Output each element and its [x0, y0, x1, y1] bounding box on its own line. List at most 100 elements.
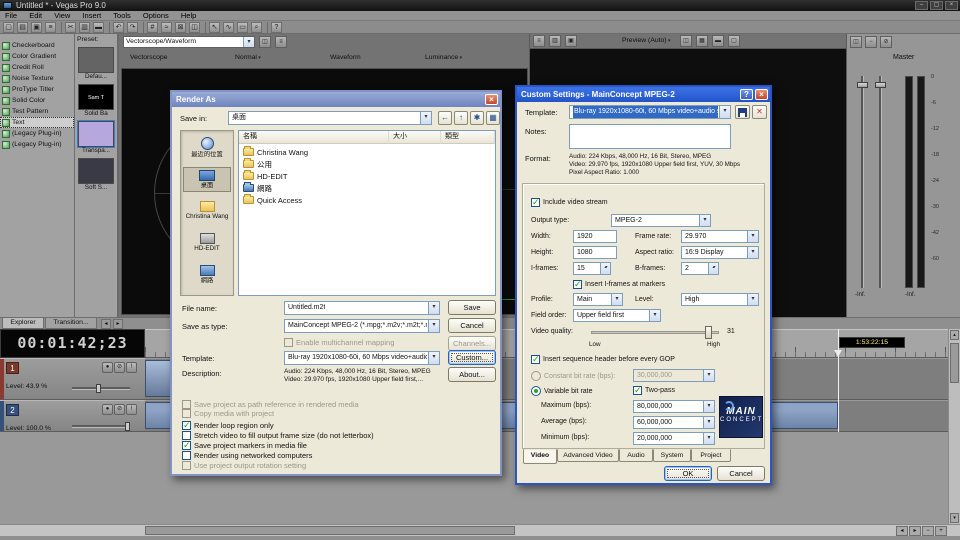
save-as-type-dropdown[interactable]: MainConcept MPEG-2 (*.mpg;*.m2v;*.m2t;*.… [284, 319, 440, 333]
master-dim-button[interactable]: − [865, 36, 877, 48]
checkbox-copy-media[interactable]: Copy media with project [182, 409, 274, 418]
place-recent[interactable]: 最近的位置 [183, 135, 231, 160]
split-screen-view-button[interactable]: ◫ [680, 35, 692, 47]
menu-tools[interactable]: Tools [108, 11, 136, 20]
menu-view[interactable]: View [49, 11, 75, 20]
tab-audio[interactable]: Audio [619, 449, 653, 462]
plugin-item[interactable]: Color Gradient [0, 51, 74, 62]
width-input[interactable]: 1920 [573, 230, 617, 243]
track-header-2[interactable]: 2 ● ⊘ ! Level: 100.0 % [0, 400, 145, 432]
delete-template-icon[interactable] [752, 105, 767, 119]
zoom-out-time-button[interactable]: − [922, 526, 934, 536]
column-size[interactable]: 大小 [389, 131, 441, 144]
save-project-button[interactable]: ▣ [31, 22, 42, 33]
scope-type-dropdown[interactable]: Vectorscope/Waveform [123, 36, 255, 48]
dock-tab-scroll-right[interactable]: ▸ [113, 319, 123, 329]
custom-button[interactable]: Custom... [448, 350, 496, 365]
timeline-vertical-scrollbar[interactable]: ▴ ▾ [948, 329, 960, 524]
plugin-item[interactable]: ProType Titler [0, 84, 74, 95]
file-name-input[interactable]: Untitled.m2t [284, 301, 440, 315]
waveform-mode-dropdown[interactable]: Luminance [425, 54, 462, 61]
preset-item[interactable]: Defau... [77, 47, 115, 81]
auto-ripple-button[interactable]: ≈ [161, 22, 172, 33]
constant-bit-rate-dropdown[interactable]: 30,000,000 [633, 369, 715, 382]
checkbox-networked-render[interactable]: Render using networked computers [182, 451, 312, 460]
checkbox-save-markers[interactable]: Save project markers in media file [182, 441, 307, 450]
dialog-titlebar[interactable]: Custom Settings - MainConcept MPEG-2 [517, 87, 770, 102]
copy-button[interactable]: ▥ [79, 22, 90, 33]
save-template-icon[interactable] [735, 105, 750, 119]
column-name[interactable]: 名稱 [239, 131, 389, 144]
preview-quality-dropdown[interactable]: Preview (Auto) [622, 37, 670, 44]
scope-settings-button[interactable]: ≡ [275, 36, 287, 48]
fader-thumb[interactable] [857, 82, 868, 88]
video-quality-slider[interactable] [591, 326, 719, 339]
preview-external-monitor-button[interactable]: ▥ [549, 35, 561, 47]
save-in-dropdown[interactable]: 桌面 [228, 111, 432, 125]
plugin-item[interactable]: (Legacy Plug-in) [0, 139, 74, 150]
plugin-item[interactable]: Noise Texture [0, 73, 74, 84]
whats-this-help-button[interactable]: ? [271, 22, 282, 33]
place-desktop[interactable]: 桌面 [183, 167, 231, 192]
close-button[interactable]: × [945, 1, 958, 10]
average-bps-dropdown[interactable]: 60,000,000 [633, 416, 715, 429]
record-arm-button[interactable]: ● [102, 362, 113, 373]
scroll-up-button[interactable]: ▴ [950, 330, 959, 340]
cut-button[interactable]: ✂ [65, 22, 76, 33]
timeline-horizontal-scrollbar[interactable]: ◂ ▸ − + [0, 524, 960, 536]
checkbox-insert-sequence-header[interactable]: Insert sequence header before every GOP [531, 355, 675, 364]
height-input[interactable]: 1080 [573, 246, 617, 259]
save-button[interactable]: Save [448, 300, 496, 315]
scroll-down-button[interactable]: ▾ [950, 513, 959, 523]
ignore-event-grouping-button[interactable]: ◫ [189, 22, 200, 33]
open-project-button[interactable]: ▤ [17, 22, 28, 33]
master-fader-right[interactable] [879, 76, 882, 288]
iframes-stepper[interactable]: 15 [573, 262, 611, 275]
envelope-edit-tool-button[interactable]: ∿ [223, 22, 234, 33]
video-output-properties-button[interactable]: ▣ [565, 35, 577, 47]
place-network[interactable]: 網路 [183, 263, 231, 286]
tab-video[interactable]: Video [523, 449, 557, 464]
normal-edit-tool-button[interactable]: ↖ [209, 22, 220, 33]
master-fader-left[interactable] [861, 76, 864, 288]
checkbox-include-video-stream[interactable]: Include video stream [531, 198, 608, 207]
project-properties-button[interactable]: ≡ [45, 22, 56, 33]
checkbox-output-rotation[interactable]: Use project output rotation setting [182, 461, 306, 470]
menu-help[interactable]: Help [176, 11, 201, 20]
aspect-ratio-dropdown[interactable]: 16:9 Display [681, 246, 759, 259]
ok-button[interactable]: OK [664, 466, 712, 481]
track-level-slider[interactable] [72, 387, 130, 390]
undo-button[interactable]: ↶ [113, 22, 124, 33]
maximize-button[interactable]: ▢ [930, 1, 943, 10]
checkbox-stretch-video[interactable]: Stretch video to fill output frame size … [182, 431, 374, 440]
radio-constant-bit-rate[interactable]: Constant bit rate (bps): [531, 371, 615, 381]
back-icon[interactable]: ← [438, 111, 452, 125]
menu-edit[interactable]: Edit [24, 11, 47, 20]
plugin-item[interactable]: Solid Color [0, 95, 74, 106]
tab-advanced-video[interactable]: Advanced Video [557, 449, 619, 462]
copy-snapshot-button[interactable]: ▬ [712, 35, 724, 47]
menu-file[interactable]: File [0, 11, 22, 20]
lock-envelopes-button[interactable]: ⊠ [175, 22, 186, 33]
bframes-stepper[interactable]: 2 [681, 262, 719, 275]
track-header-1[interactable]: 1 ● ⊘ ! Level: 43.9 % [0, 358, 145, 400]
level-dropdown[interactable]: High [681, 293, 759, 306]
slider-thumb[interactable] [705, 326, 712, 339]
plugin-item[interactable]: (Legacy Plug-in) [0, 128, 74, 139]
new-project-button[interactable]: ▢ [3, 22, 14, 33]
plugin-item[interactable]: Checkerboard [0, 40, 74, 51]
cancel-button[interactable]: Cancel [448, 318, 496, 333]
project-properties-button[interactable]: ≡ [533, 35, 545, 47]
notes-input[interactable] [569, 124, 731, 149]
close-icon[interactable] [755, 89, 768, 100]
redo-button[interactable]: ↷ [127, 22, 138, 33]
frame-rate-dropdown[interactable]: 29.970 [681, 230, 759, 243]
column-type[interactable]: 類型 [441, 131, 495, 144]
vectorscope-mode-dropdown[interactable]: Normal [235, 54, 261, 61]
selection-edit-tool-button[interactable]: ▭ [237, 22, 248, 33]
preset-item-selected[interactable]: Transpa... [77, 121, 115, 155]
checkbox-insert-iframes-markers[interactable]: Insert I-frames at markers [573, 280, 665, 289]
mute-button[interactable]: ⊘ [114, 404, 125, 415]
checkbox-multichannel-mapping[interactable]: Enable multichannel mapping [284, 338, 394, 347]
tab-system[interactable]: System [653, 449, 691, 462]
